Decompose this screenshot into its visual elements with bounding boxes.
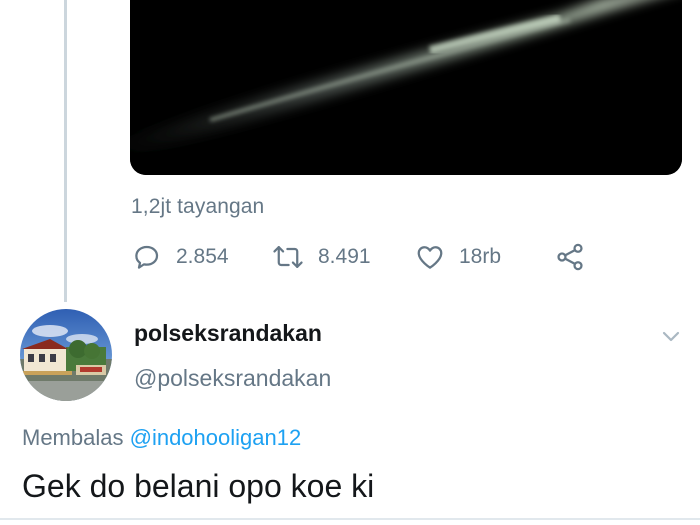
retweet-count: 8.491	[318, 245, 371, 268]
retweet-button[interactable]: 8.491	[272, 240, 371, 274]
divider	[0, 518, 700, 520]
tweet-media-video[interactable]	[130, 0, 682, 175]
police-station-photo	[20, 309, 112, 401]
replying-prefix: Membalas	[22, 425, 124, 450]
replying-to-line: Membalas @indohooligan12	[22, 425, 301, 451]
heart-icon	[415, 242, 445, 272]
like-button[interactable]: 18rb	[415, 240, 501, 274]
video-frame	[130, 0, 682, 175]
tweet-text: Gek do belani opo koe ki	[22, 468, 375, 504]
user-handle[interactable]: @polseksrandakan	[134, 365, 331, 392]
reply-button[interactable]: 2.854	[132, 240, 229, 274]
chevron-down-icon	[660, 331, 682, 351]
tweet-menu-button[interactable]	[660, 325, 682, 347]
tweet-action-bar: 2.854 8.491 18rb	[0, 240, 700, 274]
reply-count: 2.854	[176, 245, 229, 268]
display-name[interactable]: polseksrandakan	[134, 320, 322, 347]
like-count: 18rb	[459, 245, 502, 268]
avatar[interactable]	[20, 309, 112, 401]
speech-bubble-icon	[132, 242, 162, 272]
share-button[interactable]	[554, 240, 586, 274]
mention-link[interactable]: @indohooligan12	[130, 425, 302, 450]
share-icon	[554, 241, 586, 273]
retweet-icon	[272, 242, 304, 272]
view-count-label: 1,2jt tayangan	[131, 195, 265, 218]
